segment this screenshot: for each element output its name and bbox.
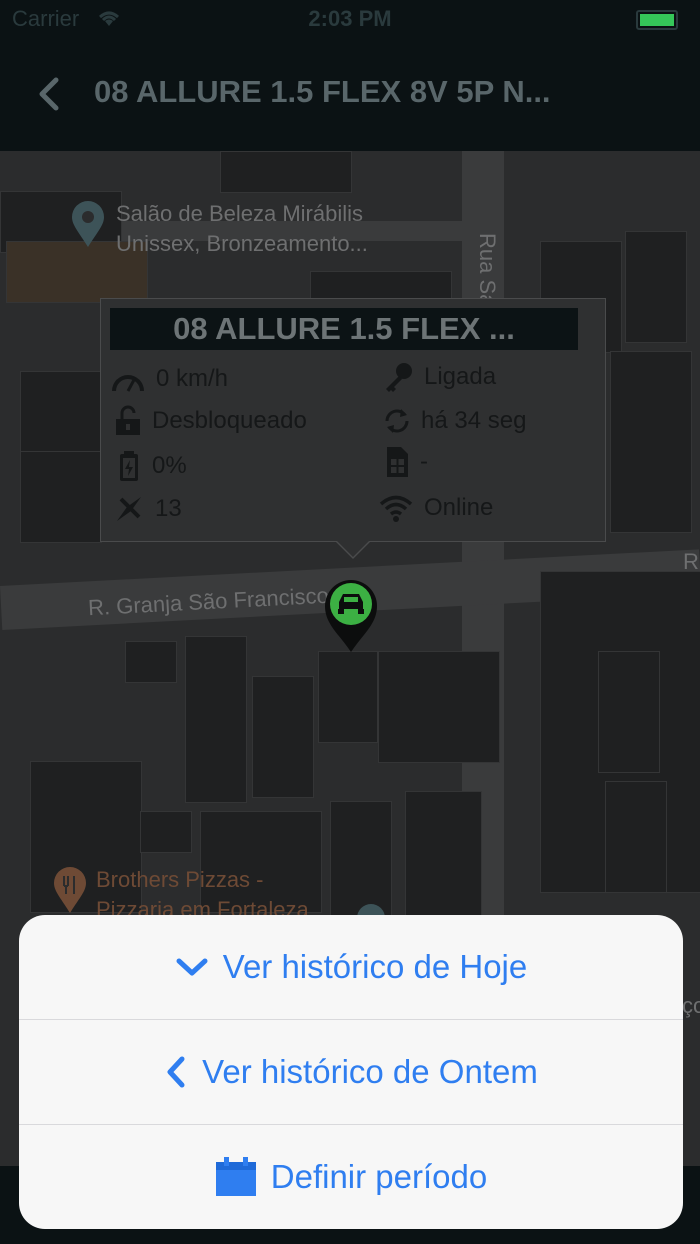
map-block	[598, 651, 660, 773]
street-label: ço	[682, 993, 700, 1018]
restaurant-pin-icon[interactable]	[52, 867, 88, 915]
street-label: R	[683, 549, 699, 574]
lock-status: Desbloqueado	[152, 407, 307, 434]
unlock-icon	[116, 405, 140, 435]
last-update-value: há 34 seg	[421, 407, 527, 434]
map-block	[185, 636, 247, 803]
back-chevron-icon[interactable]	[30, 74, 70, 114]
map-block	[20, 371, 102, 463]
poi-label: Unissex, Bronzeamento...	[116, 231, 368, 256]
calendar-icon	[215, 1157, 256, 1196]
key-icon	[386, 363, 412, 392]
update-row: há 34 seg	[383, 405, 526, 437]
chevron-left-icon	[167, 1056, 185, 1088]
map-block	[220, 151, 352, 193]
map-block	[625, 231, 687, 343]
poi-label: Salão de Beleza Mirábilis	[116, 201, 364, 226]
speedometer-icon	[112, 375, 144, 392]
map-block	[125, 641, 177, 683]
poi-label: Brothers Pizzas -	[96, 867, 264, 892]
today-label: Ver histórico de Hoje	[222, 948, 528, 985]
sim-card-icon	[387, 447, 408, 477]
history-action-sheet: Ver histórico de Hoje Ver histórico de O…	[19, 915, 683, 1229]
battery-level-icon	[120, 451, 138, 481]
location-pin-icon[interactable]	[70, 201, 106, 249]
wifi-signal-icon	[379, 495, 413, 522]
refresh-icon	[385, 409, 409, 433]
define-period-button[interactable]: Definir período	[19, 1125, 683, 1229]
map-block	[252, 676, 314, 798]
vehicle-marker-icon[interactable]	[321, 576, 381, 656]
satellite-icon	[117, 497, 141, 521]
battery-value: 0%	[152, 452, 187, 479]
lock-row: Desbloqueado	[114, 405, 307, 437]
period-label: Definir período	[270, 1158, 488, 1195]
connection-row: Online	[378, 493, 493, 523]
vehicle-info-callout: 08 ALLURE 1.5 FLEX ... 0 km/h Ligada Des…	[100, 298, 606, 559]
street-label: Rua Sa	[475, 233, 500, 307]
sim-value: -	[420, 448, 428, 475]
yesterday-label: Ver histórico de Ontem	[202, 1053, 538, 1090]
map-block	[378, 651, 500, 763]
chevron-down-icon	[176, 958, 208, 976]
sim-row: -	[384, 446, 428, 478]
view-yesterday-history-button[interactable]: Ver histórico de Ontem	[19, 1020, 683, 1124]
speed-row: 0 km/h	[110, 365, 228, 393]
callout-title: 08 ALLURE 1.5 FLEX ...	[110, 308, 578, 350]
satellites-row: 13	[113, 493, 182, 525]
map-block	[318, 651, 378, 743]
map-block	[610, 351, 692, 533]
battery-icon	[636, 10, 678, 30]
battery-row: 0%	[116, 450, 187, 482]
map-block	[140, 811, 192, 853]
ignition-value: Ligada	[424, 363, 497, 390]
map-block	[405, 791, 482, 923]
view-today-history-button[interactable]: Ver histórico de Hoje	[19, 915, 683, 1019]
ignition-row: Ligada	[382, 361, 496, 393]
status-bar: Carrier 2:03 PM	[0, 0, 700, 36]
map-block	[605, 781, 667, 893]
satellites-value: 13	[155, 495, 182, 522]
navigation-bar: 08 ALLURE 1.5 FLEX 8V 5P N...	[0, 36, 700, 151]
callout-arrow	[336, 540, 370, 557]
map-block	[20, 451, 102, 543]
connection-value: Online	[424, 494, 494, 521]
speed-value: 0 km/h	[156, 365, 229, 392]
page-title: 08 ALLURE 1.5 FLEX 8V 5P N...	[94, 74, 551, 109]
clock: 2:03 PM	[308, 6, 392, 31]
